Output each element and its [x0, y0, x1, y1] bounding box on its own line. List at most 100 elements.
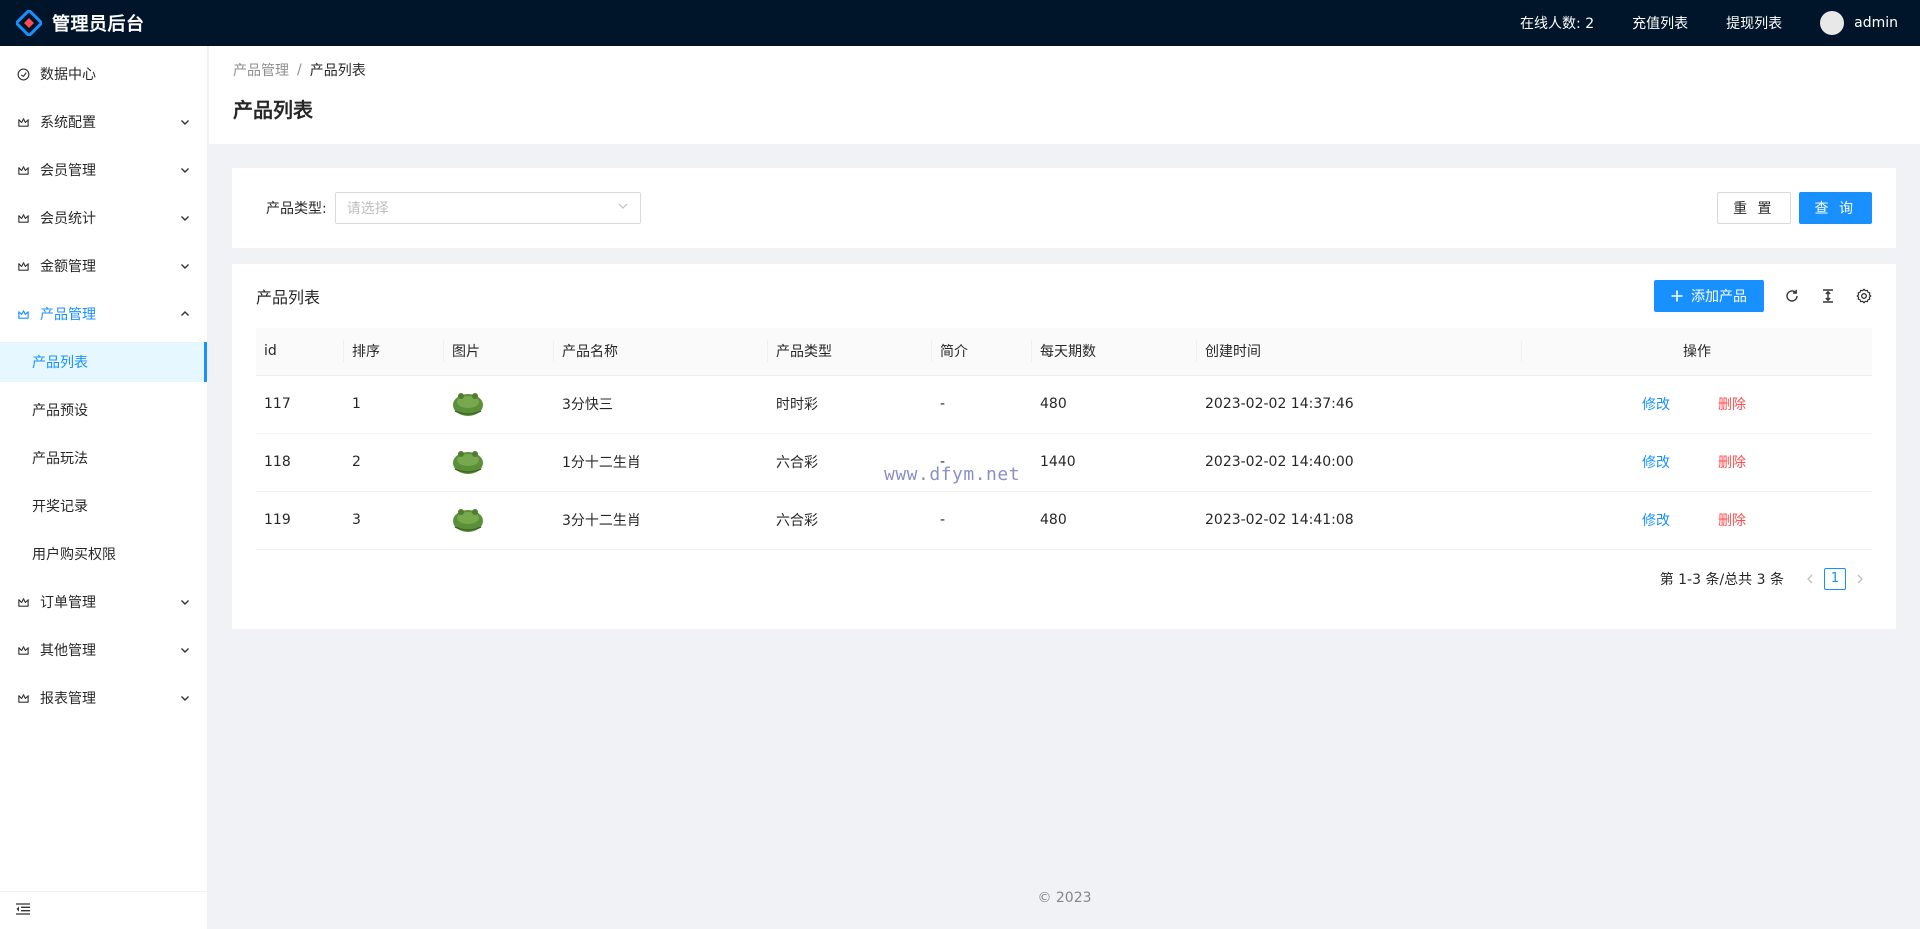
column-header-actions: 操作 — [1522, 328, 1872, 376]
table-title: 产品列表 — [256, 288, 321, 307]
column-height-icon[interactable] — [1820, 288, 1836, 304]
user-name: admin — [1854, 15, 1898, 31]
cell-type: 时时彩 — [768, 375, 932, 434]
collapse-menu-button[interactable] — [0, 891, 208, 929]
column-header-id: id — [256, 328, 344, 376]
edit-link[interactable]: 修改 — [1642, 452, 1670, 472]
product-image[interactable] — [452, 391, 484, 417]
product-type-select[interactable]: 请选择 — [334, 192, 641, 224]
chevron-down-icon — [179, 212, 191, 224]
table-header-row: id 排序 图片 产品名称 产品类型 简介 每天期数 创建时间 操作 — [256, 328, 1872, 376]
header-actions: 在线人数: 2 充值列表 提现列表 admin — [1520, 0, 1920, 46]
table-toolbar: 产品列表 添加产品 — [256, 264, 1872, 328]
cell-periods: 1440 — [1032, 433, 1197, 492]
crown-icon — [16, 163, 30, 177]
chevron-down-icon — [179, 596, 191, 608]
sidebar-subitem-draw-records[interactable]: 开奖记录 — [0, 486, 207, 526]
chevron-up-icon — [179, 308, 191, 320]
column-header-periods: 每天期数 — [1032, 328, 1197, 376]
chevron-down-icon — [617, 200, 629, 216]
prev-page-icon[interactable] — [1798, 567, 1822, 591]
sidebar-subitem-user-purchase-permission[interactable]: 用户购买权限 — [0, 534, 207, 574]
crown-icon — [16, 307, 30, 321]
sidebar-item-funds[interactable]: 金额管理 — [0, 246, 207, 286]
sidebar-item-dashboard[interactable]: 数据中心 — [0, 54, 207, 94]
product-table-card: 产品列表 添加产品 id 排序 图片 产品名称 产品类型 简介 每天期数 创建时… — [232, 264, 1896, 629]
user-menu[interactable]: admin — [1820, 11, 1898, 35]
reload-icon[interactable] — [1784, 288, 1800, 304]
add-product-button[interactable]: 添加产品 — [1654, 280, 1764, 312]
delete-link[interactable]: 删除 — [1718, 510, 1746, 530]
cell-id: 119 — [256, 491, 344, 550]
setting-icon[interactable] — [1856, 288, 1872, 304]
cell-created: 2023-02-02 14:40:00 — [1197, 433, 1522, 492]
crown-icon — [16, 115, 30, 129]
crown-icon — [16, 259, 30, 273]
app-title: 管理员后台 — [52, 14, 145, 35]
page-number[interactable]: 1 — [1824, 567, 1846, 590]
dashboard-icon — [16, 67, 30, 81]
menu-fold-icon — [16, 902, 30, 919]
product-image[interactable] — [452, 449, 484, 475]
sidebar-item-label: 报表管理 — [40, 691, 96, 707]
breadcrumb-current: 产品列表 — [309, 63, 366, 79]
sidebar-item-members[interactable]: 会员管理 — [0, 150, 207, 190]
cell-sort: 2 — [344, 433, 444, 492]
cell-periods: 480 — [1032, 375, 1197, 434]
table-row: 117 1 3分快三 时时彩 - 480 2023-02-02 14:37:46… — [256, 375, 1872, 434]
sidebar-item-orders[interactable]: 订单管理 — [0, 582, 207, 622]
cell-image — [444, 491, 554, 550]
pagination: 第 1-3 条/总共 3 条 1 — [256, 550, 1872, 608]
cell-name: 1分十二生肖 — [554, 433, 768, 492]
product-type-label: 产品类型: — [266, 201, 327, 217]
breadcrumb-parent[interactable]: 产品管理 — [233, 60, 289, 80]
sidebar-item-label: 会员统计 — [40, 211, 96, 227]
delete-link[interactable]: 删除 — [1718, 452, 1746, 472]
column-header-type: 产品类型 — [768, 328, 932, 376]
crown-icon — [16, 595, 30, 609]
crown-icon — [16, 643, 30, 657]
sidebar-item-member-stats[interactable]: 会员统计 — [0, 198, 207, 238]
column-header-name: 产品名称 — [554, 328, 768, 376]
avatar — [1820, 11, 1845, 35]
search-actions: 重 置 查 询 — [1717, 192, 1872, 224]
cell-actions: 修改 删除 — [1522, 491, 1872, 550]
cell-id: 118 — [256, 433, 344, 492]
add-product-label: 添加产品 — [1691, 289, 1747, 305]
online-count: 在线人数: 2 — [1520, 16, 1595, 32]
sidebar-item-products[interactable]: 产品管理 — [0, 294, 207, 334]
cell-created: 2023-02-02 14:41:08 — [1197, 491, 1522, 550]
cell-sort: 3 — [344, 491, 444, 550]
breadcrumb-separator: / — [297, 62, 302, 78]
sidebar-subitem-product-preset[interactable]: 产品预设 — [0, 390, 207, 430]
sidebar-item-label: 订单管理 — [40, 595, 96, 611]
sidebar-item-other[interactable]: 其他管理 — [0, 630, 207, 670]
logo[interactable]: 管理员后台 — [0, 0, 145, 46]
cell-image — [444, 375, 554, 434]
sidebar: 数据中心 系统配置 会员管理 会员统计 金额管理 产品管理 产品列表 产品预设 … — [0, 46, 208, 929]
withdraw-list-link[interactable]: 提现列表 — [1726, 13, 1782, 33]
edit-link[interactable]: 修改 — [1642, 510, 1670, 530]
reset-button[interactable]: 重 置 — [1717, 192, 1791, 224]
footer-copyright: © 2023 — [1037, 890, 1092, 906]
cell-id: 117 — [256, 375, 344, 434]
sidebar-item-system-config[interactable]: 系统配置 — [0, 102, 207, 142]
cell-intro: - — [932, 491, 1032, 550]
recharge-list-link[interactable]: 充值列表 — [1632, 13, 1688, 33]
product-table: id 排序 图片 产品名称 产品类型 简介 每天期数 创建时间 操作 117 1 — [256, 328, 1872, 550]
chevron-down-icon — [179, 692, 191, 704]
table-row: 119 3 3分十二生肖 六合彩 - 480 2023-02-02 14:41:… — [256, 491, 1872, 550]
query-button[interactable]: 查 询 — [1798, 192, 1872, 224]
product-image[interactable] — [452, 507, 484, 533]
cell-name: 3分快三 — [554, 375, 768, 434]
delete-link[interactable]: 删除 — [1718, 394, 1746, 414]
page-title: 产品列表 — [233, 98, 313, 122]
cell-created: 2023-02-02 14:37:46 — [1197, 375, 1522, 434]
edit-link[interactable]: 修改 — [1642, 394, 1670, 414]
sidebar-item-reports[interactable]: 报表管理 — [0, 678, 207, 718]
next-page-icon[interactable] — [1848, 567, 1872, 591]
cell-intro: - — [932, 375, 1032, 434]
sidebar-subitem-product-gameplay[interactable]: 产品玩法 — [0, 438, 207, 478]
sidebar-subitem-product-list[interactable]: 产品列表 — [0, 342, 207, 382]
product-type-placeholder: 请选择 — [346, 201, 389, 217]
